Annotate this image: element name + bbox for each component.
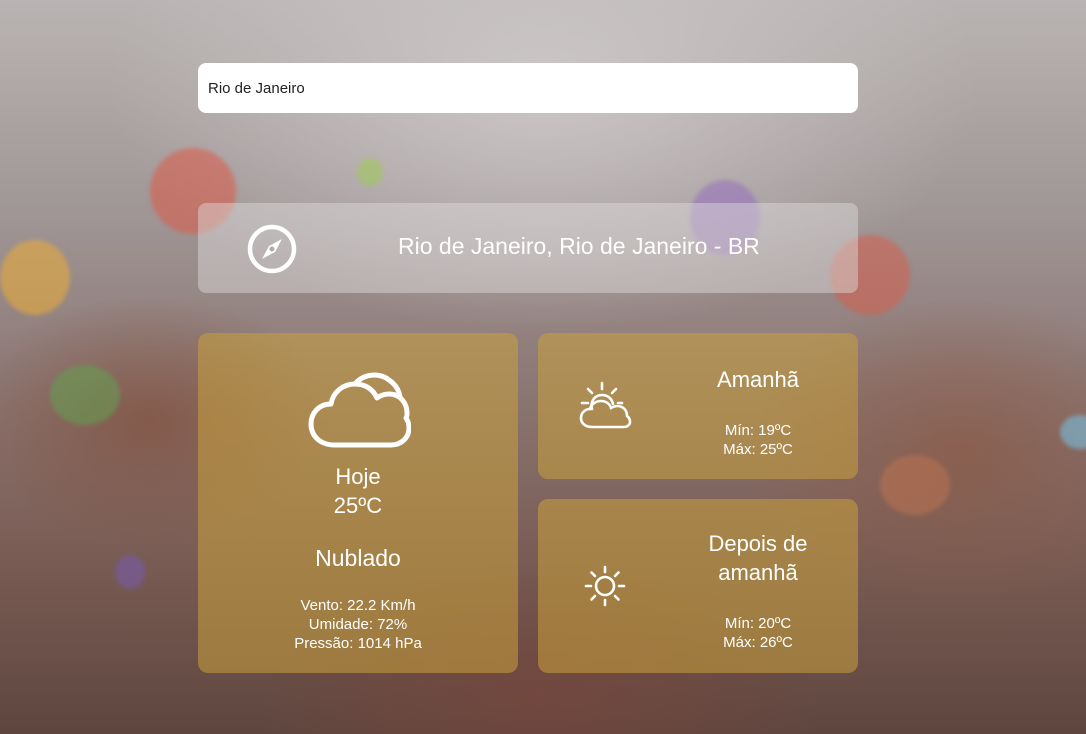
day-after-minmax: Mín: 20ºC Máx: 26ºC <box>668 614 848 652</box>
sun-icon <box>584 565 626 607</box>
day-after-max: Máx: 26ºC <box>723 634 793 651</box>
today-card: Hoje 25ºC Nublado Vento: 22.2 Km/h Umida… <box>198 333 518 673</box>
location-label: Rio de Janeiro, Rio de Janeiro - BR <box>398 233 760 259</box>
wind-value: Vento: 22.2 Km/h <box>300 597 416 614</box>
compass-icon <box>247 224 297 274</box>
day-after-label-line2: amanhã <box>718 560 798 585</box>
tomorrow-label: Amanhã <box>717 367 799 392</box>
tomorrow-min: Mín: 19ºC <box>724 422 792 439</box>
today-temperature: 25ºC <box>333 493 383 518</box>
day-after-card: Depois de amanhã Mín: 20ºC Máx: 26ºC <box>538 499 858 673</box>
tomorrow-card: Amanhã Mín: 19ºC Máx: 25ºC <box>538 333 858 479</box>
search-input[interactable] <box>208 79 848 97</box>
day-after-min: Mín: 20ºC <box>724 615 792 632</box>
day-after-label: Depois de amanhã <box>668 529 848 587</box>
partly-cloudy-icon <box>579 381 632 429</box>
day-after-label-line1: Depois de <box>708 531 808 556</box>
location-panel: Rio de Janeiro, Rio de Janeiro - BR <box>198 203 858 293</box>
today-description: Nublado <box>315 545 401 571</box>
today-details: Vento: 22.2 Km/h Umidade: 72% Pressão: 1… <box>198 596 518 653</box>
pressure-value: Pressão: 1014 hPa <box>294 635 422 652</box>
cloud-icon <box>308 372 411 448</box>
tomorrow-minmax: Mín: 19ºC Máx: 25ºC <box>668 421 848 459</box>
search-box[interactable] <box>198 63 858 113</box>
today-label: Hoje <box>335 464 381 489</box>
tomorrow-max: Máx: 25ºC <box>723 441 793 458</box>
humidity-value: Umidade: 72% <box>308 616 408 633</box>
